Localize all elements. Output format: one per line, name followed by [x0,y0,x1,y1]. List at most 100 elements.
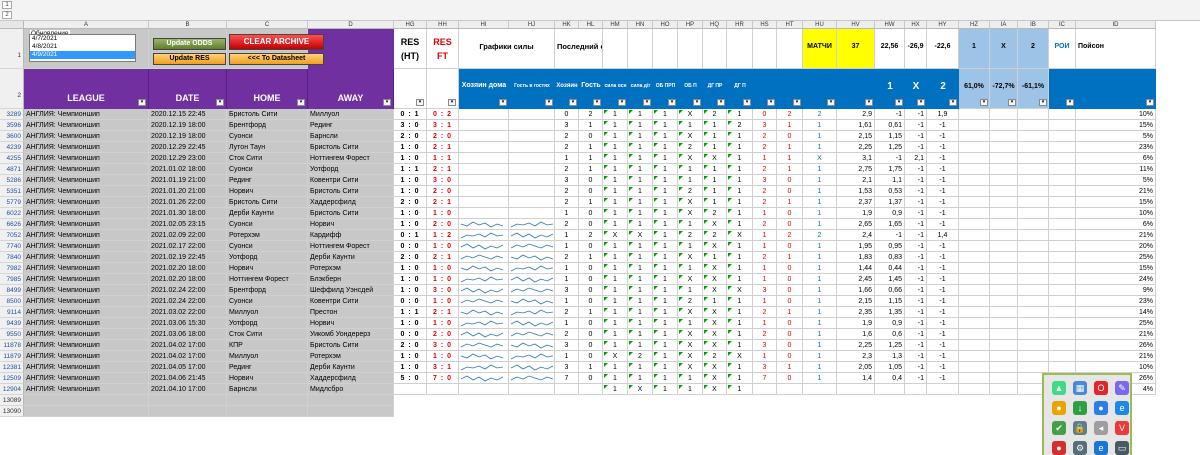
row-header[interactable]: 3289 [0,109,24,120]
column-header-hh[interactable]: HH [427,21,459,29]
record-icon[interactable]: ● [1052,441,1066,455]
column-header-ib[interactable]: IB [1018,21,1049,29]
ie-icon[interactable]: e [1094,441,1108,455]
clear-archive-button[interactable]: CLEAR ARCHIVE [229,34,324,50]
filter-dropdown-icon[interactable]: ▾ [643,99,651,106]
row-header-2[interactable]: 2 [0,69,24,109]
filter-dropdown-icon[interactable]: ▾ [448,99,456,106]
row-header[interactable]: 11878 [0,340,24,351]
filter-dropdown-icon[interactable]: ▾ [138,99,146,106]
android-icon[interactable]: ▲ [1052,381,1066,395]
column-header-hj[interactable]: HJ [509,21,555,29]
filter-dropdown-icon[interactable]: ▾ [618,99,626,106]
row-header[interactable]: 12904 [0,384,24,395]
filter-dropdown-icon[interactable]: ▾ [980,99,988,106]
volume-icon[interactable]: ◂ [1094,421,1108,435]
update-date-option[interactable]: 4/7/2021 [30,35,135,43]
column-header-hm[interactable]: HM [603,21,628,29]
column-header-hr[interactable]: HR [727,21,753,29]
filter-dropdown-icon[interactable]: ▾ [668,99,676,106]
column-header-hx[interactable]: HX [905,21,927,29]
column-header-id[interactable]: ID [1076,21,1156,29]
row-header[interactable]: 3596 [0,120,24,131]
filter-dropdown-icon[interactable]: ▾ [865,99,873,106]
filter-dropdown-icon[interactable]: ▾ [693,99,701,106]
column-header-hi[interactable]: HI [459,21,509,29]
column-header-hu[interactable]: HU [803,21,837,29]
column-header-ia[interactable]: IA [990,21,1018,29]
filter-dropdown-icon[interactable]: ▾ [793,99,801,106]
column-header-hy[interactable]: HY [927,21,959,29]
row-header[interactable]: 6626 [0,219,24,230]
edge-icon[interactable]: e [1115,401,1129,415]
filter-dropdown-icon[interactable]: ▾ [1008,99,1016,106]
filter-dropdown-icon[interactable]: ▾ [917,99,925,106]
lock-icon[interactable]: 🔒 [1073,421,1087,435]
column-header-a[interactable]: A [24,21,149,29]
row-header[interactable]: 8500 [0,296,24,307]
row-header[interactable]: 9550 [0,329,24,340]
outline-level-2-button[interactable]: 2 [2,11,12,19]
row-header-1[interactable]: 1 [0,29,24,69]
filter-dropdown-icon[interactable]: ▾ [1066,99,1074,106]
filter-dropdown-icon[interactable]: ▾ [593,99,601,106]
update-date-option[interactable]: 4/9/2021 [30,51,135,59]
column-header-c[interactable]: C [227,21,308,29]
column-header-hz[interactable]: HZ [959,21,990,29]
column-header-b[interactable]: B [149,21,227,29]
row-header[interactable]: 7052 [0,230,24,241]
row-header[interactable]: 13090 [0,406,24,417]
update-res-button[interactable]: Update RES [153,53,226,65]
column-header-hw[interactable]: HW [875,21,905,29]
outline-level-1-button[interactable]: 1 [2,1,12,9]
filter-dropdown-icon[interactable]: ▾ [297,99,305,106]
filter-dropdown-icon[interactable]: ▾ [216,99,224,106]
row-header[interactable]: 8499 [0,285,24,296]
update-date-listbox[interactable]: 4/7/2021 4/8/2021 4/9/2021 [29,34,136,62]
to-datasheet-button[interactable]: <<< To Datasheet [229,53,324,65]
row-header[interactable]: 5286 [0,175,24,186]
filter-dropdown-icon[interactable]: ▾ [827,99,835,106]
row-header[interactable]: 7982 [0,263,24,274]
column-header-hp[interactable]: HP [678,21,703,29]
column-header-ic[interactable]: IC [1049,21,1076,29]
column-header-hs[interactable]: HS [753,21,777,29]
opera-icon[interactable]: O [1094,381,1108,395]
download-icon[interactable]: ↓ [1073,401,1087,415]
row-header[interactable]: 7740 [0,241,24,252]
filter-dropdown-icon[interactable]: ▾ [499,99,507,106]
column-header-hk[interactable]: HK [555,21,579,29]
update-odds-button[interactable]: Update ODDS [153,38,226,50]
column-header-ho[interactable]: HO [653,21,678,29]
row-header[interactable]: 5351 [0,186,24,197]
filter-dropdown-icon[interactable]: ▾ [717,99,725,106]
chrome-icon[interactable]: ● [1052,401,1066,415]
network-icon[interactable]: ▦ [1073,381,1087,395]
update-date-option[interactable]: 4/8/2021 [30,43,135,51]
column-header-ht[interactable]: HT [777,21,803,29]
filter-dropdown-icon[interactable]: ▾ [416,99,424,106]
row-header[interactable]: 5779 [0,197,24,208]
monitor-icon[interactable]: ▭ [1115,441,1129,455]
vivaldi-icon[interactable]: V [1115,421,1129,435]
filter-dropdown-icon[interactable]: ▾ [1039,99,1047,106]
row-header[interactable]: 7840 [0,252,24,263]
column-header-hq[interactable]: HQ [703,21,727,29]
column-header-hn[interactable]: HN [628,21,653,29]
filter-dropdown-icon[interactable]: ▾ [569,99,577,106]
filter-dropdown-icon[interactable]: ▾ [895,99,903,106]
row-header[interactable]: 9114 [0,307,24,318]
filter-dropdown-icon[interactable]: ▾ [1146,99,1154,106]
filter-dropdown-icon[interactable]: ▾ [743,99,751,106]
row-header[interactable]: 12509 [0,373,24,384]
row-header[interactable]: 13089 [0,395,24,406]
column-header-d[interactable]: D [308,21,394,29]
row-header[interactable]: 4239 [0,142,24,153]
filter-dropdown-icon[interactable]: ▾ [767,99,775,106]
chrome-icon[interactable]: ● [1094,401,1108,415]
row-header[interactable]: 4871 [0,164,24,175]
row-header[interactable]: 7985 [0,274,24,285]
row-header[interactable]: 11879 [0,351,24,362]
pen-icon[interactable]: ✎ [1115,381,1129,395]
row-header[interactable]: 3600 [0,131,24,142]
